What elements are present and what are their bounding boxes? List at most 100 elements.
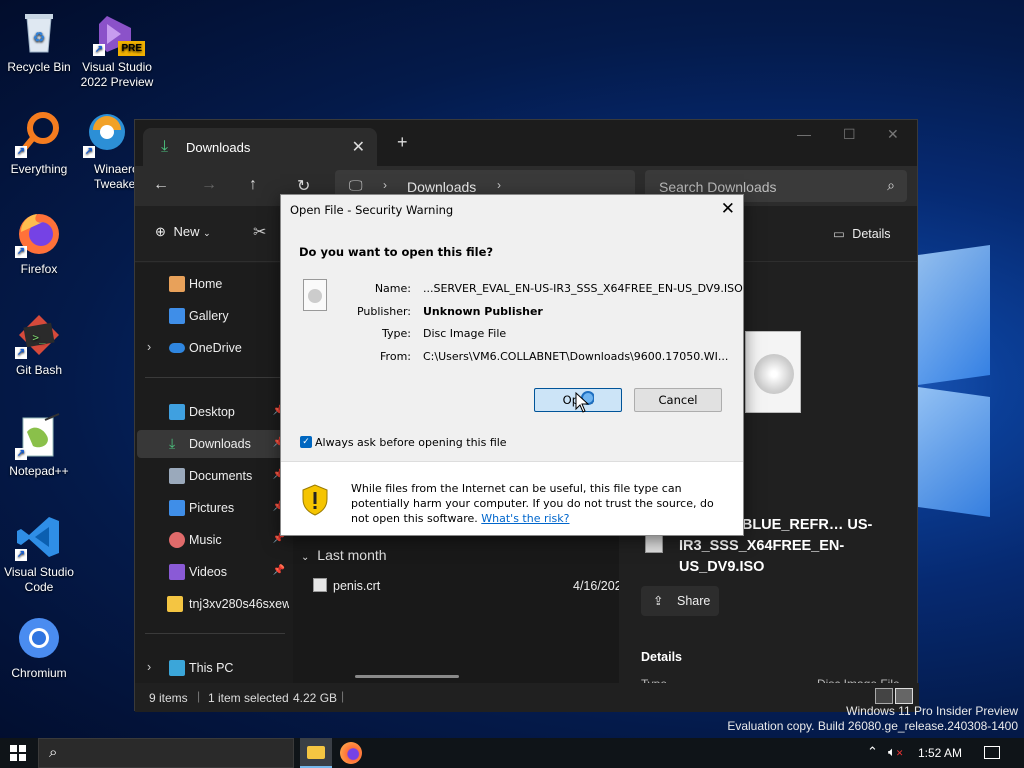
close-tab-icon[interactable]: ✕: [352, 137, 365, 157]
sidebar-item-label: Home: [189, 277, 223, 291]
sidebar-item-label: OneDrive: [189, 341, 242, 355]
back-arrow-icon[interactable]: ←: [153, 176, 169, 194]
desktop-icon-recycle-bin[interactable]: ♻ Recycle Bin: [1, 8, 77, 75]
list-item[interactable]: penis.crt 4/16/202: [311, 575, 622, 597]
group-header[interactable]: ⌄ Last month: [301, 547, 387, 563]
desktop-icon-chromium[interactable]: Chromium: [1, 614, 77, 681]
always-ask-checkbox[interactable]: ✓: [300, 436, 312, 448]
share-icon: ⇪: [653, 594, 664, 608]
cut-icon[interactable]: ✂: [253, 222, 266, 242]
horizontal-scrollbar[interactable]: [355, 675, 459, 678]
desktop-icon-everything[interactable]: ↗ Everything: [1, 110, 77, 177]
close-icon[interactable]: ✕: [721, 199, 735, 219]
sidebar-item-music[interactable]: Music 📌: [137, 526, 291, 554]
gallery-icon: [169, 308, 185, 324]
cancel-button-label: Cancel: [658, 393, 698, 407]
close-window-icon[interactable]: ✕: [887, 126, 899, 143]
refresh-icon[interactable]: ↻: [297, 176, 310, 196]
desktop-icon-git-bash[interactable]: >_ ↗ Git Bash: [1, 311, 77, 378]
up-arrow-icon[interactable]: ↑: [249, 176, 257, 194]
from-value: C:\Users\VM6.COLLABNET\Downloads\9600.17…: [423, 350, 729, 363]
visual-studio-preview-icon: PRE ↗: [93, 8, 145, 56]
always-ask-label[interactable]: Always ask before opening this file: [315, 436, 507, 449]
mouse-cursor-icon: [574, 391, 595, 416]
sidebar-item-label: Pictures: [189, 501, 235, 515]
shortcut-arrow-icon: ↗: [15, 448, 27, 460]
sidebar-item-label: Gallery: [189, 309, 229, 323]
sidebar-item-label: This PC: [189, 661, 234, 675]
recycle-bin-icon: ♻: [15, 8, 63, 56]
firefox-icon: ↗: [15, 210, 63, 258]
status-selected-size: 4.22 GB: [293, 691, 338, 705]
maximize-icon[interactable]: ☐: [843, 126, 856, 143]
git-bash-icon: >_ ↗: [15, 311, 63, 359]
desktop-icon-firefox[interactable]: ↗ Firefox: [1, 210, 77, 277]
explorer-titlebar: ⤓ Downloads ✕ + — ☐ ✕: [135, 120, 917, 166]
sidebar-item-gallery[interactable]: Gallery: [137, 302, 291, 330]
home-icon: [169, 276, 185, 292]
sidebar-item-folder[interactable]: tnj3xv280s46sxew: [137, 590, 291, 618]
group-label: Last month: [317, 547, 387, 563]
sidebar-item-downloads[interactable]: ⤓ Downloads 📌: [137, 430, 291, 458]
notepadpp-icon: ↗: [15, 412, 63, 460]
new-tab-icon[interactable]: +: [397, 132, 408, 153]
desktop-icon-visual-studio-preview[interactable]: PRE ↗ Visual Studio 2022 Preview: [79, 8, 155, 90]
music-folder-icon: [169, 532, 185, 548]
videos-folder-icon: [169, 564, 185, 580]
share-button[interactable]: ⇪ Share: [641, 586, 719, 616]
cancel-button[interactable]: Cancel: [634, 388, 722, 412]
type-label: Type:: [382, 327, 411, 340]
desktop-icon-notepadpp[interactable]: ↗ Notepad++: [1, 412, 77, 479]
show-hidden-icons-chevron[interactable]: ⌃: [867, 744, 878, 760]
shortcut-arrow-icon: ↗: [15, 246, 27, 258]
whats-the-risk-link[interactable]: What's the risk?: [481, 512, 569, 525]
sidebar-item-videos[interactable]: Videos 📌: [137, 558, 291, 586]
documents-folder-icon: [169, 468, 185, 484]
status-item-count: 9 items: [149, 691, 188, 705]
details-button[interactable]: ▭ Details: [833, 226, 891, 241]
expand-chevron-icon: ›: [147, 660, 152, 674]
sidebar-item-pictures[interactable]: Pictures 📌: [137, 494, 291, 522]
volume-muted-icon[interactable]: 🔈︎✕: [888, 744, 903, 760]
evaluation-watermark: Windows 11 Pro Insider Preview Evaluatio…: [727, 704, 1018, 733]
sidebar-item-documents[interactable]: Documents 📌: [137, 462, 291, 490]
minimize-icon[interactable]: —: [797, 126, 811, 142]
taskbar-clock[interactable]: 1:52 AM: [918, 746, 962, 760]
tab-downloads[interactable]: ⤓ Downloads ✕: [143, 128, 377, 166]
desktop-icon-vscode[interactable]: ↗ Visual Studio Code: [1, 513, 77, 595]
desktop-icon-label: Recycle Bin: [7, 60, 71, 74]
start-button[interactable]: [10, 745, 26, 764]
forward-arrow-icon[interactable]: →: [201, 176, 217, 194]
status-divider: |: [341, 689, 345, 703]
breadcrumb-segment[interactable]: Downloads: [407, 179, 476, 195]
taskbar-firefox-button[interactable]: [340, 742, 362, 764]
sidebar-item-onedrive[interactable]: › OneDrive: [137, 334, 291, 362]
warning-text: While files from the Internet can be use…: [351, 481, 731, 526]
desktop-icon-winaero[interactable]: ↗ Winaero Tweaker: [79, 110, 135, 192]
desktop-folder-icon: [169, 404, 185, 420]
status-selected-count: 1 item selected: [208, 691, 289, 705]
wallpaper-logo-pane: [918, 386, 990, 518]
sidebar-item-desktop[interactable]: Desktop 📌: [137, 398, 291, 426]
desktop-icon-label: Git Bash: [15, 363, 63, 377]
sidebar-item-label: Videos: [189, 565, 227, 579]
breadcrumb-chevron-icon: ›: [497, 178, 501, 192]
this-pc-icon: [169, 660, 185, 676]
shortcut-arrow-icon: ↗: [15, 549, 27, 561]
taskbar-search-box[interactable]: ⌕: [38, 738, 294, 768]
taskbar-file-explorer-button[interactable]: [300, 738, 332, 768]
notification-icon[interactable]: [984, 746, 1000, 759]
pictures-folder-icon: [169, 500, 185, 516]
sidebar-item-this-pc[interactable]: › This PC: [137, 654, 291, 682]
tiles-view-icon[interactable]: [895, 688, 913, 704]
details-view-icon[interactable]: [875, 688, 893, 704]
desktop-icon-label: Winaero Tweaker: [94, 162, 135, 191]
pin-icon[interactable]: 📌: [273, 565, 285, 576]
publisher-value: Unknown Publisher: [423, 305, 543, 318]
svg-text:>_: >_: [32, 331, 46, 344]
warning-panel: While files from the Internet can be use…: [281, 461, 743, 535]
disc-image-large-icon: [745, 331, 801, 413]
shortcut-arrow-icon: ↗: [15, 347, 27, 359]
sidebar-item-home[interactable]: Home: [137, 270, 291, 298]
new-button[interactable]: ⊕ New ⌄: [155, 224, 211, 240]
